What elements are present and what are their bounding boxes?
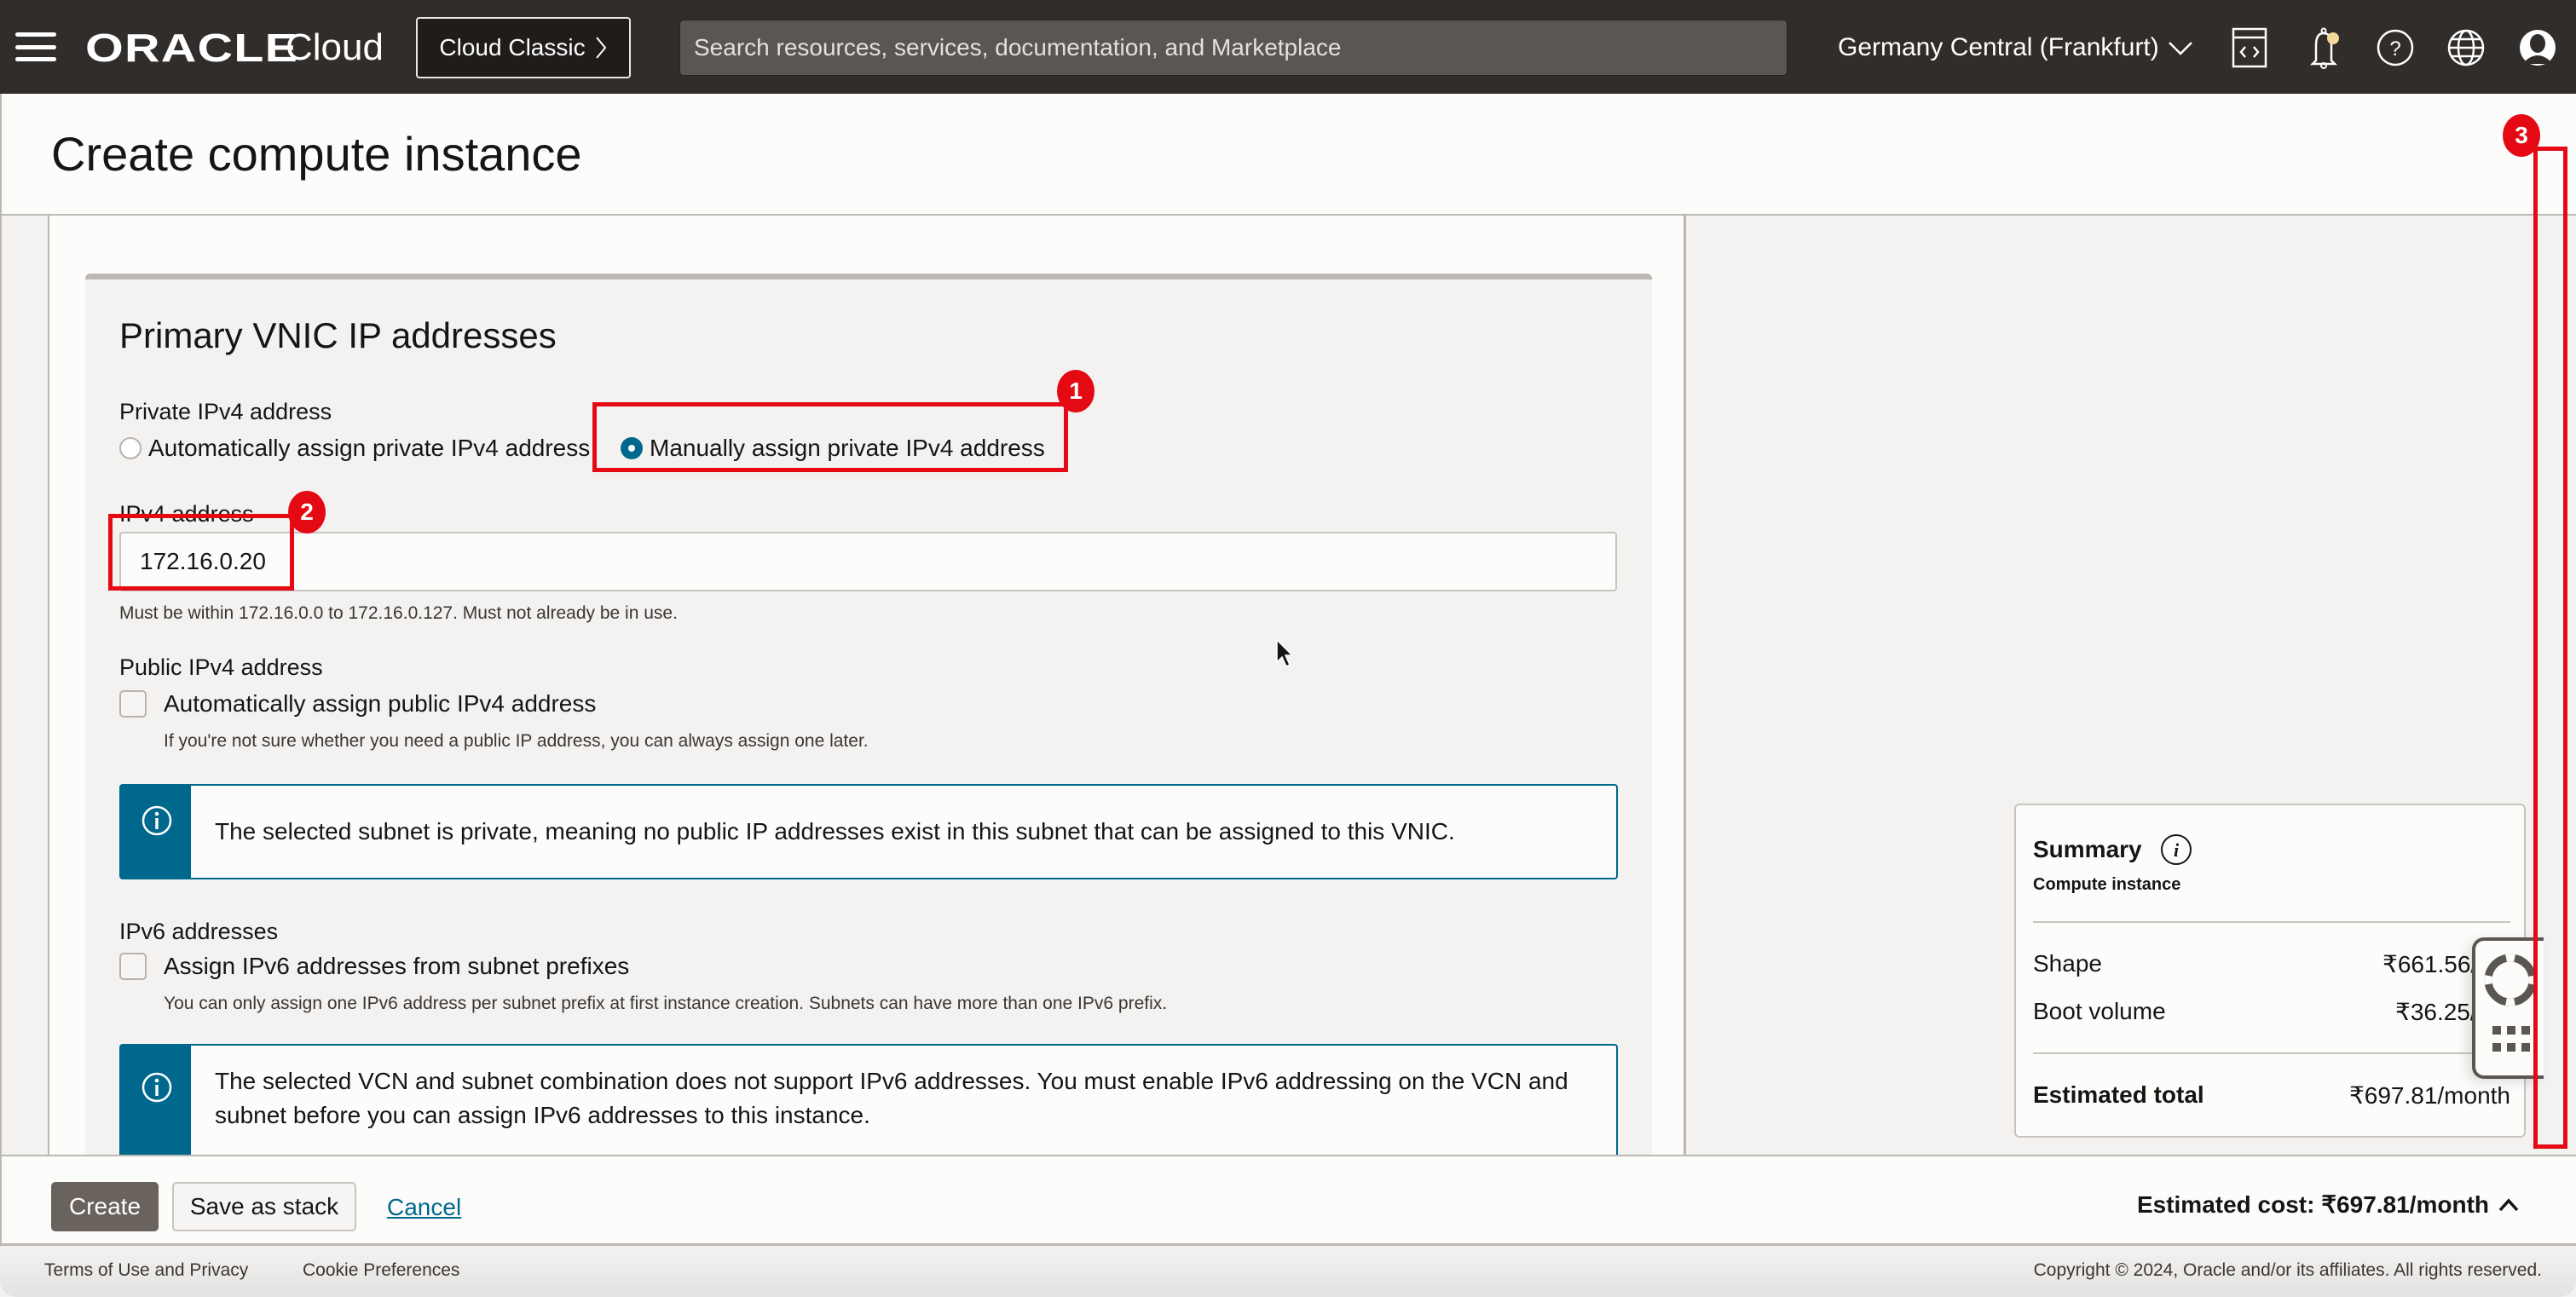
help-icon[interactable]: ? [2374,26,2417,70]
annotation-badge-3: 3 [2503,114,2540,157]
hamburger-menu-icon[interactable] [15,32,56,61]
summary-title: Summary i [2033,833,2193,867]
cookie-preferences-link[interactable]: Cookie Preferences [303,1260,459,1281]
apps-grid-icon[interactable] [2492,1026,2530,1055]
page-header: Create compute instance [0,94,2576,216]
info-icon [142,1072,172,1103]
info-bar [121,786,191,878]
primary-vnic-ip-section: Primary VNIC IP addresses Private IPv4 a… [85,274,1652,1155]
page-title: Create compute instance [51,127,582,181]
ipv6-help: You can only assign one IPv6 address per… [164,994,1168,1013]
oracle-cloud-logo[interactable]: ORACLE Cloud [85,26,384,70]
chevron-down-icon [2168,42,2192,55]
terms-link[interactable]: Terms of Use and Privacy [44,1260,248,1281]
chevron-up-icon [2498,1197,2519,1211]
user-profile-icon[interactable] [2516,26,2559,70]
left-gutter [0,216,49,1155]
radio-unchecked-icon[interactable] [119,437,142,459]
estimated-cost-text: Estimated cost: ₹697.81/month [2136,1191,2489,1218]
svg-text:?: ? [2389,37,2400,61]
checkbox-unchecked-icon[interactable] [119,690,147,718]
summary-card: Summary i Compute instance Shape ₹661.56… [2014,804,2526,1138]
ipv4-address-input[interactable] [119,532,1617,591]
annotation-badge-2: 2 [288,491,326,533]
region-selector[interactable]: Germany Central (Frankfurt) [1838,26,2193,70]
summary-divider [2033,1052,2510,1054]
radio-manual-label: Manually assign private IPv4 address [650,435,1045,461]
info-message-private-subnet: The selected subnet is private, meaning … [119,784,1618,879]
page-footer: Terms of Use and Privacy Cookie Preferen… [0,1246,2576,1297]
radio-manual-assign-private-ipv4[interactable]: Manually assign private IPv4 address [621,435,1045,462]
radio-checked-icon[interactable] [621,437,643,459]
annotation-badge-1: 1 [1057,370,1095,412]
summary-row-total: Estimated total ₹697.81/month [2033,1081,2510,1110]
oracle-brand-text: ORACLE [85,26,299,70]
info-icon[interactable]: i [2159,833,2193,867]
top-navigation-bar: ORACLE Cloud Cloud Classic Germany Centr… [0,0,2576,94]
estimated-cost-toggle[interactable]: Estimated cost: ₹697.81/month [2137,1190,2520,1219]
ipv6-addresses-label: IPv6 addresses [119,919,279,944]
public-ipv4-help: If you're not sure whether you need a pu… [164,731,869,751]
section-title: Primary VNIC IP addresses [119,315,557,355]
help-widget [2472,937,2544,1079]
language-globe-icon[interactable] [2445,26,2487,70]
search-input[interactable] [694,34,1773,61]
form-panel: Primary VNIC IP addresses Private IPv4 a… [49,216,1686,1155]
summary-total-value: ₹697.81/month [2348,1082,2510,1109]
global-search[interactable] [679,20,1788,76]
summary-divider [2033,921,2510,923]
info-text-private-subnet: The selected subnet is private, meaning … [215,818,1455,844]
checkbox-unchecked-icon[interactable] [119,953,147,980]
info-text-ipv6: The selected VCN and subnet combination … [215,1068,1568,1128]
summary-subtitle: Compute instance [2033,875,2181,894]
radio-auto-label: Automatically assign private IPv4 addres… [148,435,591,461]
copyright-text: Copyright © 2024, Oracle and/or its affi… [2033,1260,2542,1280]
checkbox-auto-assign-public-ipv4[interactable]: Automatically assign public IPv4 address [119,690,596,718]
info-icon [142,805,172,836]
radio-auto-assign-private-ipv4[interactable]: Automatically assign private IPv4 addres… [119,435,590,462]
code-editor-icon[interactable] [2228,26,2271,70]
cloud-classic-button[interactable]: Cloud Classic [416,17,631,78]
region-label: Germany Central (Frankfurt) [1838,33,2159,61]
cancel-link[interactable]: Cancel [387,1194,461,1221]
public-ipv4-checkbox-label: Automatically assign public IPv4 address [164,690,597,717]
summary-row-boot-volume: Boot volume ₹36.25/month [2033,998,2510,1026]
mouse-pointer-icon [1276,638,1294,668]
summary-total-label: Estimated total [2033,1081,2204,1108]
action-bar: Create Save as stack Cancel Estimated co… [0,1155,2576,1246]
lifebuoy-support-icon[interactable] [2484,949,2537,1011]
summary-row-label: Shape [2033,950,2102,977]
save-as-stack-button[interactable]: Save as stack [172,1182,356,1231]
ipv4-address-label: IPv4 address [119,501,254,527]
info-bar [121,1046,191,1155]
summary-title-text: Summary [2033,836,2142,862]
create-button[interactable]: Create [51,1182,159,1231]
ipv4-address-help: Must be within 172.16.0.0 to 172.16.0.12… [119,603,678,623]
notification-bell-icon[interactable] [2302,26,2345,70]
cloud-classic-label: Cloud Classic [439,34,586,61]
ipv6-checkbox-label: Assign IPv6 addresses from subnet prefix… [164,953,630,979]
checkbox-assign-ipv6[interactable]: Assign IPv6 addresses from subnet prefix… [119,953,629,980]
public-ipv4-label: Public IPv4 address [119,654,323,680]
summary-row-shape: Shape ₹661.56/month [2033,950,2510,978]
private-ipv4-label: Private IPv4 address [119,399,332,424]
svg-text:i: i [2174,839,2180,861]
summary-row-label: Boot volume [2033,998,2166,1024]
chevron-right-icon [595,37,606,59]
info-message-ipv6: The selected VCN and subnet combination … [119,1044,1618,1155]
